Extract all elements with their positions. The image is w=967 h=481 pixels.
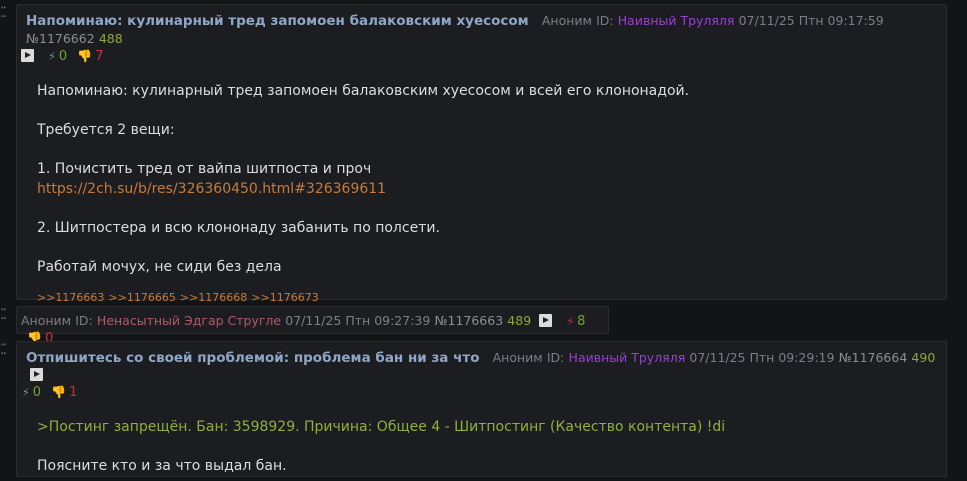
dislike-count: 7: [95, 49, 104, 64]
post-datetime: 07/11/25 Птн 09:29:19: [689, 350, 835, 365]
play-icon[interactable]: [539, 314, 553, 327]
post-menu-dots[interactable]: ⁚⁚: [0, 6, 14, 20]
post-author: Аноним: [21, 313, 72, 328]
post-link[interactable]: https://2ch.su/b/res/326360450.html#3263…: [37, 179, 926, 199]
post-subject: Отпишитесь со своей проблемой: проблема …: [26, 350, 480, 366]
like-button[interactable]: ⚡ 0: [22, 384, 41, 401]
bolt-icon: ⚡: [566, 315, 575, 328]
post-datetime: 07/11/25 Птн 09:17:59: [738, 13, 884, 28]
like-count: 8: [577, 314, 586, 329]
post-count: 488: [98, 31, 123, 46]
post-count: 489: [507, 313, 532, 328]
post-text: 1. Почистить тред от вайпа шитпоста и пр…: [37, 161, 372, 177]
like-count: 0: [32, 385, 42, 400]
id-label: ID:: [75, 313, 93, 328]
post-number[interactable]: №1176662: [26, 31, 95, 46]
reply-link[interactable]: >>1176668: [180, 291, 247, 304]
like-button[interactable]: ⚡ 0: [48, 48, 67, 65]
post-author: Аноним: [541, 13, 592, 28]
post-body: >Постинг запрещён. Бан: 3598929. Причина…: [17, 417, 946, 476]
dislike-button[interactable]: 👎 7: [71, 48, 103, 65]
poster-id[interactable]: Наивный Труляля: [618, 13, 735, 28]
play-icon[interactable]: [30, 368, 43, 381]
bolt-icon: ⚡: [48, 50, 56, 63]
reply-link[interactable]: >>1176665: [108, 291, 175, 304]
poster-id[interactable]: Наивный Труляля: [569, 350, 686, 365]
post-text: Напоминаю: кулинарный тред запомоен бала…: [37, 83, 690, 99]
reply-link[interactable]: >>1176663: [37, 291, 104, 304]
post-author: Аноним: [492, 350, 543, 365]
post-text: 2. Шитпостера и всю клононаду забанить п…: [37, 220, 440, 236]
like-count: 0: [58, 49, 68, 64]
id-label: ID:: [596, 13, 614, 28]
post-text: Работай мочух, не сиди без дела: [37, 259, 282, 275]
post-menu-dots[interactable]: ⁚⁚: [0, 343, 14, 357]
post-1176663: Аноним ID: Ненасытный Эдгар Стругле 07/1…: [16, 306, 609, 346]
reply-links: >>1176663 >>1176665 >>1176668 >>1176673: [37, 288, 926, 308]
post-count: 490: [911, 350, 936, 365]
post-header: Отпишитесь со своей проблемой: проблема …: [17, 342, 946, 401]
dislike-count: 1: [69, 385, 78, 400]
post-1176664: Отпишитесь со своей проблемой: проблема …: [16, 341, 947, 477]
post-number[interactable]: №1176663: [434, 313, 503, 328]
post-quote: >Постинг запрещён. Бан: 3598929. Причина…: [37, 419, 726, 435]
post-menu-dots[interactable]: ⁚⁚: [0, 308, 14, 322]
bolt-icon: ⚡: [22, 386, 30, 399]
post-number[interactable]: №1176664: [839, 350, 908, 365]
post-header: Напоминаю: кулинарный тред запомоен бала…: [17, 5, 946, 65]
poster-id[interactable]: Ненасытный Эдгар Стругле: [97, 313, 281, 328]
post-body: Напоминаю: кулинарный тред запомоен бала…: [17, 81, 946, 308]
like-button[interactable]: ⚡ 8: [566, 313, 585, 330]
id-label: ID:: [546, 350, 565, 365]
post-datetime: 07/11/25 Птн 09:27:39: [285, 313, 431, 328]
dislike-button[interactable]: 👎 1: [45, 384, 77, 401]
play-icon[interactable]: [21, 49, 34, 62]
post-subject: Напоминаю: кулинарный тред запомоен бала…: [26, 13, 529, 29]
reply-link[interactable]: >>1176673: [251, 291, 318, 304]
thumb-down-icon: 👎: [51, 385, 67, 399]
thumb-down-icon: 👎: [77, 49, 93, 63]
post-text: Требуется 2 вещи:: [37, 122, 175, 138]
post-text: Поясните кто и за что выдал бан.: [37, 458, 287, 474]
post-1176662: Напоминаю: кулинарный тред запомоен бала…: [16, 4, 947, 304]
